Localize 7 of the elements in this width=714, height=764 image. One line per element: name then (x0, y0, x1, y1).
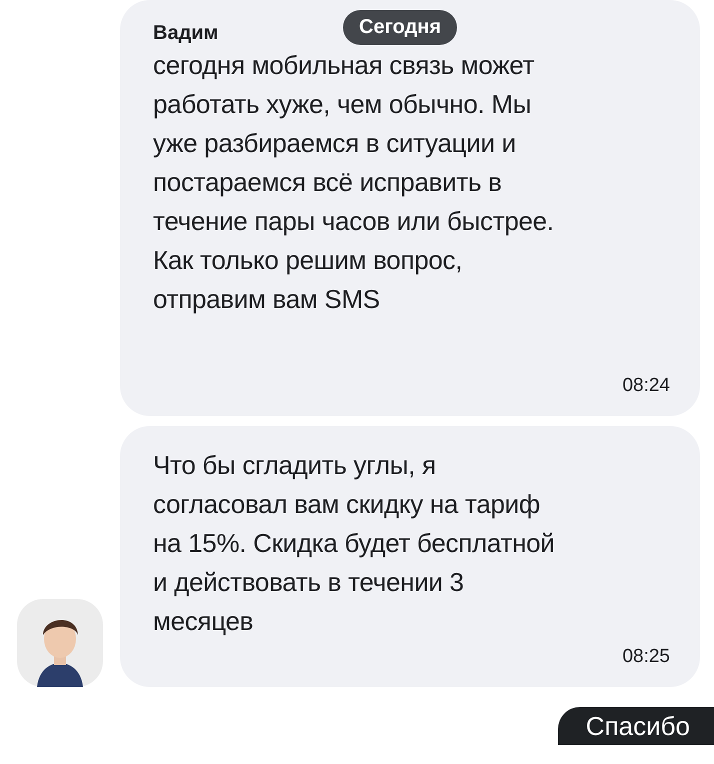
message-time: 08:24 (621, 374, 670, 398)
message-time: 08:25 (621, 645, 670, 669)
message-text: Что бы сгладить углы, я согласовал вам скидку на тариф на 15%. Скидка будет бесплатной и действовать в течении 3 месяцев (153, 449, 556, 638)
sender-name: Вадим (153, 21, 218, 46)
outgoing-message: Спасибо (558, 707, 714, 745)
date-label: Сегодня (343, 10, 458, 45)
message-text: сегодня мобильная связь может работать хуже, чем обычно. Мы уже разбираемся в ситуации и постараемся всё исправить в течение пары часов или быстрее. Как только решим вопрос, отправим вам SMS (153, 49, 555, 316)
